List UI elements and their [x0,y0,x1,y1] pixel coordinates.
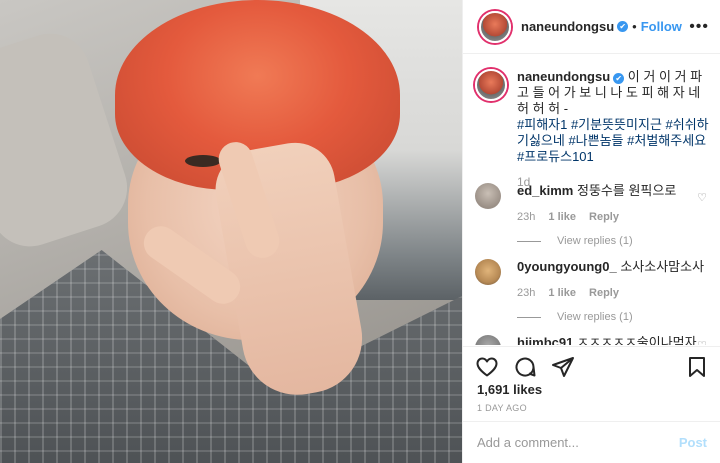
comment-time[interactable]: 23h [517,211,535,223]
comment-text: 정뚱수를 원픽으로 [577,183,677,198]
heart-icon[interactable] [475,355,499,379]
caption-username[interactable]: naneundongsu [517,69,610,84]
view-replies-button[interactable]: View replies (1) [517,235,715,247]
more-options-icon[interactable]: ••• [689,18,709,36]
author-avatar[interactable] [479,10,511,43]
verified-badge-icon: ✔ [613,73,625,84]
post-panel: naneundongsu ✔ • Follow ••• naneundongsu… [462,0,720,463]
follow-button[interactable]: Follow [641,19,682,34]
author-username[interactable]: naneundongsu [521,19,614,34]
comment-likes[interactable]: 1 like [548,287,576,299]
caption: naneundongsu ✔ 이 거 이 거 파 고 들 어 가 보 니 나 도 … [475,69,715,190]
comment-icon[interactable] [513,355,537,379]
comment-username[interactable]: ed_kimm [517,183,573,198]
caption-avatar[interactable] [475,69,507,101]
comment-time[interactable]: 23h [517,287,535,299]
view-replies-label: View replies (1) [557,311,633,323]
comment-text: ㅈㅈㅈㅈㅈ술이나먹자 [576,335,697,345]
commenter-avatar[interactable] [475,335,501,345]
verified-badge-icon: ✔ [617,21,629,32]
comment-composer: Post [463,421,720,463]
car-headrest [0,23,138,257]
comments-list[interactable]: naneundongsu ✔ 이 거 이 거 파 고 들 어 가 보 니 나 도 … [463,55,720,345]
comment-item: hiimbc91 ㅈㅈㅈㅈㅈ술이나먹자 ♡ [475,335,715,345]
post-photo[interactable] [0,0,462,463]
reply-button[interactable]: Reply [589,287,619,299]
comment-username[interactable]: 0youngyoung0_ [517,259,617,274]
comment-text: 소사소사맘소사 [620,259,705,274]
post-header: naneundongsu ✔ • Follow ••• [463,0,720,54]
comment-like-heart-icon[interactable]: ♡ [697,339,707,345]
left-eye [185,155,221,167]
comment-item: ed_kimm 정뚱수를 원픽으로 ♡ 23h 1 like Reply Vie… [475,183,715,247]
comment-username[interactable]: hiimbc91 [517,335,573,345]
caption-hashtags[interactable]: #피해자1 #기분뜻뜻미지근 #쉬쉬하기싫으네 #나쁜놈들 #처벌해주세요 #프… [517,117,709,164]
comment-like-heart-icon[interactable]: ♡ [697,191,707,204]
commenter-avatar[interactable] [475,183,501,209]
post-comment-button[interactable]: Post [679,435,707,450]
replies-divider [517,240,541,242]
action-bar [463,346,720,386]
share-icon[interactable] [551,355,575,379]
comment-likes[interactable]: 1 like [548,211,576,223]
add-comment-input[interactable] [477,435,679,450]
reply-button[interactable]: Reply [589,211,619,223]
comment-item: 0youngyoung0_ 소사소사맘소사 23h 1 like Reply V… [475,259,715,323]
post-timestamp[interactable]: 1 DAY AGO [477,403,527,413]
view-replies-button[interactable]: View replies (1) [517,311,715,323]
replies-divider [517,316,541,318]
separator-dot: • [632,19,637,34]
likes-count[interactable]: 1,691 likes [477,382,542,397]
view-replies-label: View replies (1) [557,235,633,247]
bookmark-icon[interactable] [685,355,709,379]
commenter-avatar[interactable] [475,259,501,285]
